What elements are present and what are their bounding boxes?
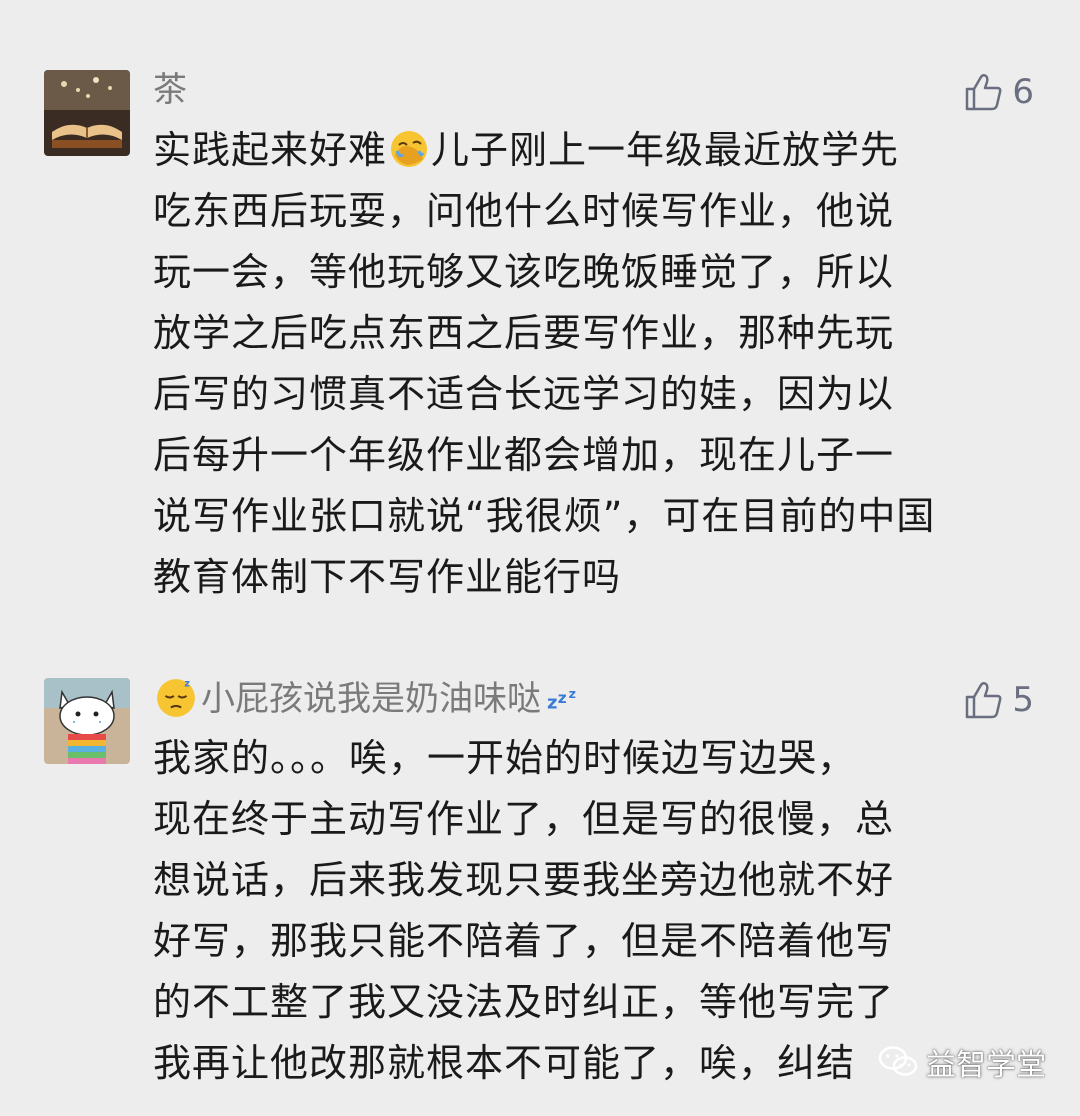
comment-line: 玩一会，等他玩够又该吃晚饭睡觉了，所以 (153, 250, 895, 294)
comment-line: 想说话，后来我发现只要我坐旁边他就不好 (153, 858, 895, 902)
svg-text:z: z (184, 679, 190, 690)
comment-text: 儿子刚上一年级最近放学先 (431, 128, 900, 172)
like-count: 5 (1012, 680, 1034, 720)
username-text: 茶 (153, 70, 187, 110)
comment-line: 现在终于主动写作业了，但是写的很慢，总 (153, 797, 895, 841)
open-book-avatar-icon (44, 70, 130, 156)
comment-line: 的不工整了我又没法及时纠正，等他写完了 (153, 980, 895, 1024)
wechat-icon (878, 1046, 918, 1076)
comment-line: 实践起来好难 儿子刚上一年级最近放学先 (153, 120, 1039, 181)
facepalm-emoji-icon (391, 131, 428, 167)
cartoon-cat-avatar-icon (44, 678, 130, 764)
comment-line: 后每升一个年级作业都会增加，现在儿子一 (153, 433, 895, 477)
watermark: 益智学堂 (878, 1040, 1046, 1084)
watermark-text: 益智学堂 (926, 1048, 1046, 1083)
like-button[interactable]: 6 (962, 70, 1034, 114)
username-text: 小屁孩说我是奶油味哒 (201, 679, 541, 719)
like-button[interactable]: 5 (962, 678, 1034, 722)
user-avatar[interactable] (44, 678, 130, 764)
comment-line: 说写作业张口就说“我很烦”，可在目前的中国 (153, 494, 936, 538)
svg-text:z: z (558, 689, 567, 707)
thumbs-up-icon (966, 73, 1002, 111)
username[interactable]: z 小屁孩说我是奶油味哒 z z z (153, 676, 589, 721)
comment-line: 放学之后吃点东西之后要写作业，那种先玩 (153, 311, 895, 355)
thumbs-up-icon (966, 681, 1002, 719)
comment-line: 教育体制下不写作业能行吗 (153, 555, 622, 599)
like-count: 6 (1012, 72, 1034, 112)
username[interactable]: 茶 (153, 68, 187, 112)
comment-text: 实践起来好难 (153, 128, 388, 172)
comment-line: 我家的。。。唉，一开始的时候边写边哭， (153, 736, 857, 780)
svg-text:z: z (547, 693, 557, 714)
comment-body: 实践起来好难 儿子刚上一年级最近放学先 吃东西后玩耍，问他什么时候写作业，他说 … (153, 120, 1039, 608)
svg-text:z: z (569, 686, 576, 701)
user-avatar[interactable] (44, 70, 130, 156)
zzz-emoji-icon: z z z (547, 686, 576, 714)
comment-line: 吃东西后玩耍，问他什么时候写作业，他说 (153, 189, 895, 233)
sleepy-face-emoji-icon: z (157, 679, 195, 717)
comment-line: 后写的习惯真不适合长远学习的娃，因为以 (153, 372, 895, 416)
comment-line: 好写，那我只能不陪着了，但是不陪着他写 (153, 919, 895, 963)
